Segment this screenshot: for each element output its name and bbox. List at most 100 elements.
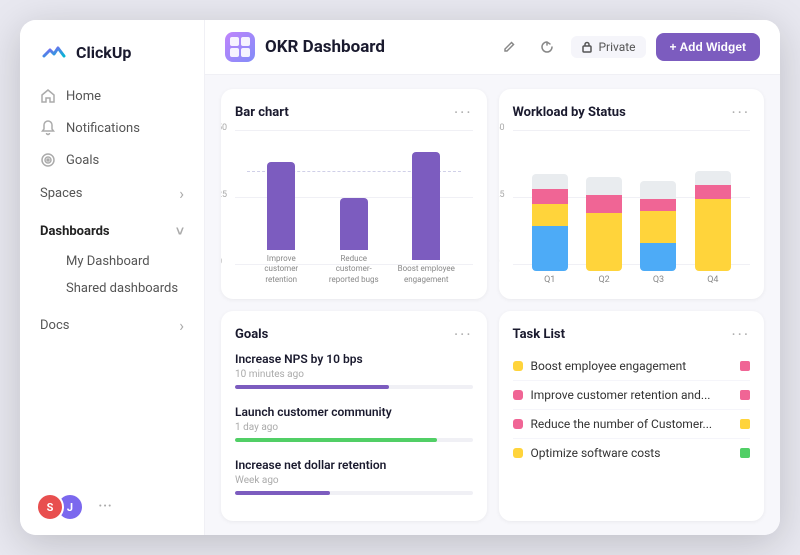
seg-q1-yellow <box>532 204 568 226</box>
task-list-widget: Task List ··· Boost employee engagement <box>499 311 765 521</box>
task-item-0[interactable]: Boost employee engagement <box>513 352 751 381</box>
q2-label: Q2 <box>598 275 609 285</box>
task-left-1: Improve customer retention and... <box>513 388 711 402</box>
goal-time-2: Week ago <box>235 475 473 486</box>
home-icon <box>40 88 56 104</box>
goals-label: Goals <box>66 153 99 168</box>
dashboards-chevron <box>176 223 184 240</box>
q3-label: Q3 <box>653 275 664 285</box>
stacked-bar-q3-stack <box>640 181 676 271</box>
bar-2 <box>412 152 440 260</box>
goal-name-0: Increase NPS by 10 bps <box>235 352 473 366</box>
stacked-bar-q3: Q3 <box>640 181 676 285</box>
task-item-2[interactable]: Reduce the number of Customer... <box>513 410 751 439</box>
seg-q2-pink <box>586 195 622 213</box>
task-flag-0 <box>740 361 750 371</box>
bar-1 <box>340 198 368 250</box>
app-shell: ClickUp Home Notifications Goals <box>20 20 780 535</box>
task-list-menu[interactable]: ··· <box>731 325 750 344</box>
bar-chart-widget: Bar chart ··· 50 25 0 Improve custom <box>221 89 487 299</box>
bar-chart: 50 25 0 Improve customer retention Reduc… <box>235 130 473 285</box>
seg-q3-pink <box>640 199 676 211</box>
avatar-expand[interactable]: ··· <box>98 498 112 516</box>
seg-q4-yellow <box>695 199 731 271</box>
stacked-bar-q4-stack <box>695 171 731 271</box>
stacked-chart-area: 50 25 0 Q1 <box>513 130 751 285</box>
sidebar-bottom: S J ··· <box>20 479 204 535</box>
task-dot-0 <box>513 361 523 371</box>
logo[interactable]: ClickUp <box>20 20 204 80</box>
task-dot-1 <box>513 390 523 400</box>
stacked-chart: 50 25 0 Q1 <box>513 130 751 285</box>
spaces-label: Spaces <box>40 186 83 201</box>
goal-item-0: Increase NPS by 10 bps 10 minutes ago <box>235 352 473 389</box>
avatar-group[interactable]: S J <box>36 493 84 521</box>
bar-label-0: Improve customer retention <box>251 254 311 285</box>
task-name-0: Boost employee engagement <box>531 359 687 373</box>
task-flag-3 <box>740 448 750 458</box>
workload-title: Workload by Status <box>513 105 626 120</box>
task-flag-2 <box>740 419 750 429</box>
logo-text: ClickUp <box>76 43 131 62</box>
goal-name-1: Launch customer community <box>235 405 473 419</box>
clickup-logo-icon <box>40 38 68 66</box>
sidebar-item-dashboards[interactable]: Dashboards <box>30 215 194 248</box>
my-dashboard-label: My Dashboard <box>66 254 150 269</box>
stacked-bar-q2-stack <box>586 177 622 271</box>
task-item-3[interactable]: Optimize software costs <box>513 439 751 467</box>
goal-item-1: Launch customer community 1 day ago <box>235 405 473 442</box>
docs-label: Docs <box>40 318 69 333</box>
stacked-bar-q2: Q2 <box>586 177 622 285</box>
bar-chart-header: Bar chart ··· <box>235 103 473 122</box>
shared-dashboards-label: Shared dashboards <box>66 281 178 296</box>
goal-fill-1 <box>235 438 437 442</box>
topbar: OKR Dashboard Private <box>205 20 780 75</box>
private-label: Private <box>598 40 635 54</box>
goal-fill-2 <box>235 491 330 495</box>
private-badge[interactable]: Private <box>571 36 645 58</box>
workload-header: Workload by Status ··· <box>513 103 751 122</box>
add-widget-button[interactable]: + Add Widget <box>656 33 760 61</box>
dashboard-content: Bar chart ··· 50 25 0 Improve custom <box>205 75 780 535</box>
goals-widget: Goals ··· Increase NPS by 10 bps 10 minu… <box>221 311 487 521</box>
task-name-1: Improve customer retention and... <box>531 388 711 402</box>
workload-menu[interactable]: ··· <box>731 103 750 122</box>
bar-chart-area: 50 25 0 Improve customer retention Reduc… <box>235 130 473 285</box>
task-item-1[interactable]: Improve customer retention and... <box>513 381 751 410</box>
refresh-button[interactable] <box>533 33 561 61</box>
bar-group-0: Improve customer retention <box>251 162 311 285</box>
goal-name-2: Increase net dollar retention <box>235 458 473 472</box>
seg-q1-blue <box>532 226 568 271</box>
task-dot-3 <box>513 448 523 458</box>
main-area: OKR Dashboard Private <box>205 20 780 535</box>
sidebar-item-notifications[interactable]: Notifications <box>30 112 194 144</box>
bar-chart-menu[interactable]: ··· <box>454 103 473 122</box>
task-left-3: Optimize software costs <box>513 446 661 460</box>
task-flag-1 <box>740 390 750 400</box>
sidebar-item-docs[interactable]: Docs <box>30 308 194 343</box>
goal-time-1: 1 day ago <box>235 422 473 433</box>
bar-0 <box>267 162 295 250</box>
task-left-0: Boost employee engagement <box>513 359 687 373</box>
sidebar-item-spaces[interactable]: Spaces <box>30 176 194 211</box>
goal-time-0: 10 minutes ago <box>235 369 473 380</box>
goal-bar-2 <box>235 491 473 495</box>
goals-header: Goals ··· <box>235 325 473 344</box>
bar-group-1: Reduce customer-reported bugs <box>324 198 384 285</box>
q4-label: Q4 <box>707 275 718 285</box>
task-name-3: Optimize software costs <box>531 446 661 460</box>
seg-q4-gray <box>695 171 731 185</box>
bell-icon <box>40 120 56 136</box>
sidebar-item-shared-dashboards[interactable]: Shared dashboards <box>30 275 194 302</box>
spaces-chevron <box>179 184 184 203</box>
topbar-left: OKR Dashboard <box>225 32 385 62</box>
edit-button[interactable] <box>495 33 523 61</box>
sidebar-item-home[interactable]: Home <box>30 80 194 112</box>
sidebar-item-goals[interactable]: Goals <box>30 144 194 176</box>
sidebar-item-my-dashboard[interactable]: My Dashboard <box>30 248 194 275</box>
goals-title: Goals <box>235 327 268 342</box>
seg-q1-gray <box>532 174 568 189</box>
target-icon <box>40 152 56 168</box>
seg-q2-yellow <box>586 213 622 271</box>
goals-menu[interactable]: ··· <box>454 325 473 344</box>
